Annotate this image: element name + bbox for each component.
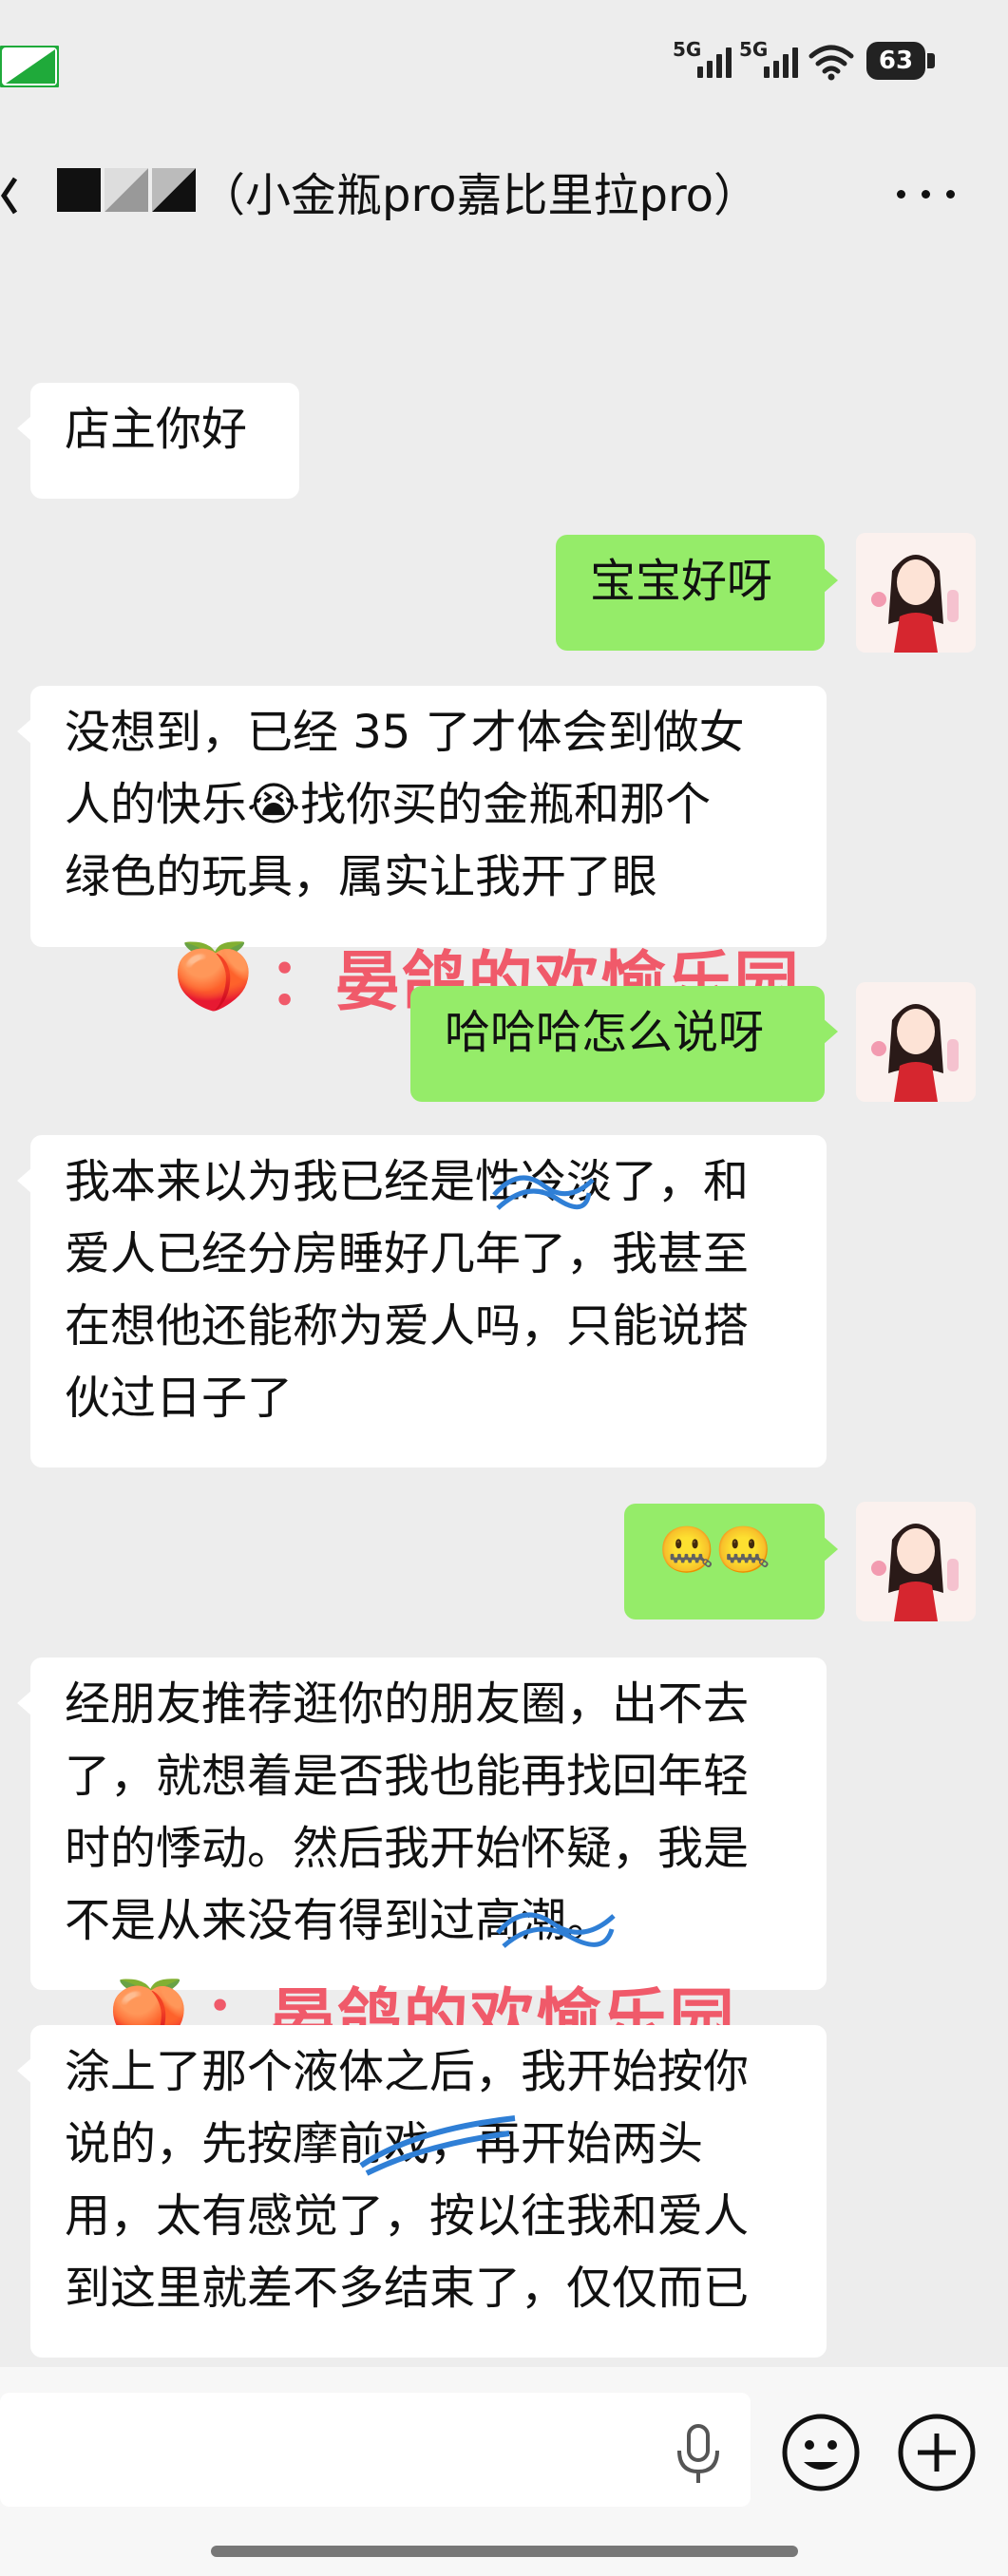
status-bar [0,0,1008,123]
message-text: 🤐🤐 [658,1524,772,1577]
battery-cap [927,53,935,68]
scribble-mark [492,1175,595,1210]
message-bubble-incoming: 经朋友推荐逛你的朋友圈，出不去 了，就想着是否我也能再找回年轻 时的悸动。然后我… [17,1657,827,1990]
message-line: 经朋友推荐逛你的朋友圈，出不去 [65,1677,750,1731]
wifi-icon [808,45,854,81]
message-line: 绿色的玩具，属实让我开了眼 [65,850,658,903]
avatar[interactable] [856,533,976,653]
message-bubble-incoming: 涂上了那个液体之后，我开始按你 说的，先按摩前戏，再开始两头 用，太有感觉了，按… [17,2025,827,2358]
home-indicator[interactable] [211,2546,798,2557]
message-bubble-outgoing: 🤐🤐 [624,1504,838,1619]
message-line: 用，太有感觉了，按以往我和爱人 [65,2189,750,2243]
signal-bars-1-icon [697,46,732,78]
back-chevron-icon[interactable] [0,167,19,224]
contact-name-redacted [57,168,196,212]
message-line: 爱人已经分房睡好几年了，我甚至 [65,1227,750,1280]
chat-title: （小金瓶pro嘉比里拉pro） [200,169,760,222]
message-bubble-incoming: 没想到，已经 35 了才体会到做女 人的快乐😭找你买的金瓶和那个 绿色的玩具，属… [17,686,827,947]
battery-indicator: 63 [866,42,925,80]
microphone-icon[interactable] [670,2420,727,2487]
message-line: 伙过日子了 [65,1372,294,1425]
message-input[interactable] [0,2393,751,2507]
message-line: 不是从来没有得到过高潮。 [65,1894,613,1947]
scribble-mark [496,1912,616,1948]
message-line: 到这里就差不多结束了，仅仅而已 [65,2262,750,2315]
message-text: 宝宝好呀 [590,555,773,608]
smiley-icon[interactable] [781,2413,861,2492]
message-bubble-outgoing: 哈哈哈怎么说呀 [410,986,838,1102]
message-bubble-incoming: 店主你好 [17,383,299,499]
peach-emoji: 🍑 [173,938,256,1014]
more-dots-icon[interactable] [893,175,960,213]
avatar[interactable] [856,1502,976,1621]
message-line: 在想他还能称为爱人吗，只能说搭 [65,1299,750,1353]
message-bubble-outgoing: 宝宝好呀 [556,535,838,651]
message-line: 了，就想着是否我也能再找回年轻 [65,1750,750,1803]
message-line: 我本来以为我已经是性冷淡了，和 [65,1155,750,1208]
signal-bars-2-icon [764,46,798,78]
message-line: 时的悸动。然后我开始怀疑，我是 [65,1822,750,1875]
message-bubble-incoming: 我本来以为我已经是性冷淡了，和 爱人已经分房睡好几年了，我甚至 在想他还能称为爱… [17,1135,827,1468]
message-line: 没想到，已经 35 了才体会到做女 [65,706,745,759]
plus-circle-icon[interactable] [897,2413,977,2492]
scribble-mark [359,2115,516,2176]
message-text: 店主你好 [65,403,248,456]
avatar[interactable] [856,982,976,1102]
message-line: 人的快乐😭找你买的金瓶和那个 [65,778,712,831]
message-line: 涂上了那个液体之后，我开始按你 [65,2045,750,2098]
message-text: 哈哈哈怎么说呀 [445,1006,765,1059]
app-notification-icon [0,46,59,87]
